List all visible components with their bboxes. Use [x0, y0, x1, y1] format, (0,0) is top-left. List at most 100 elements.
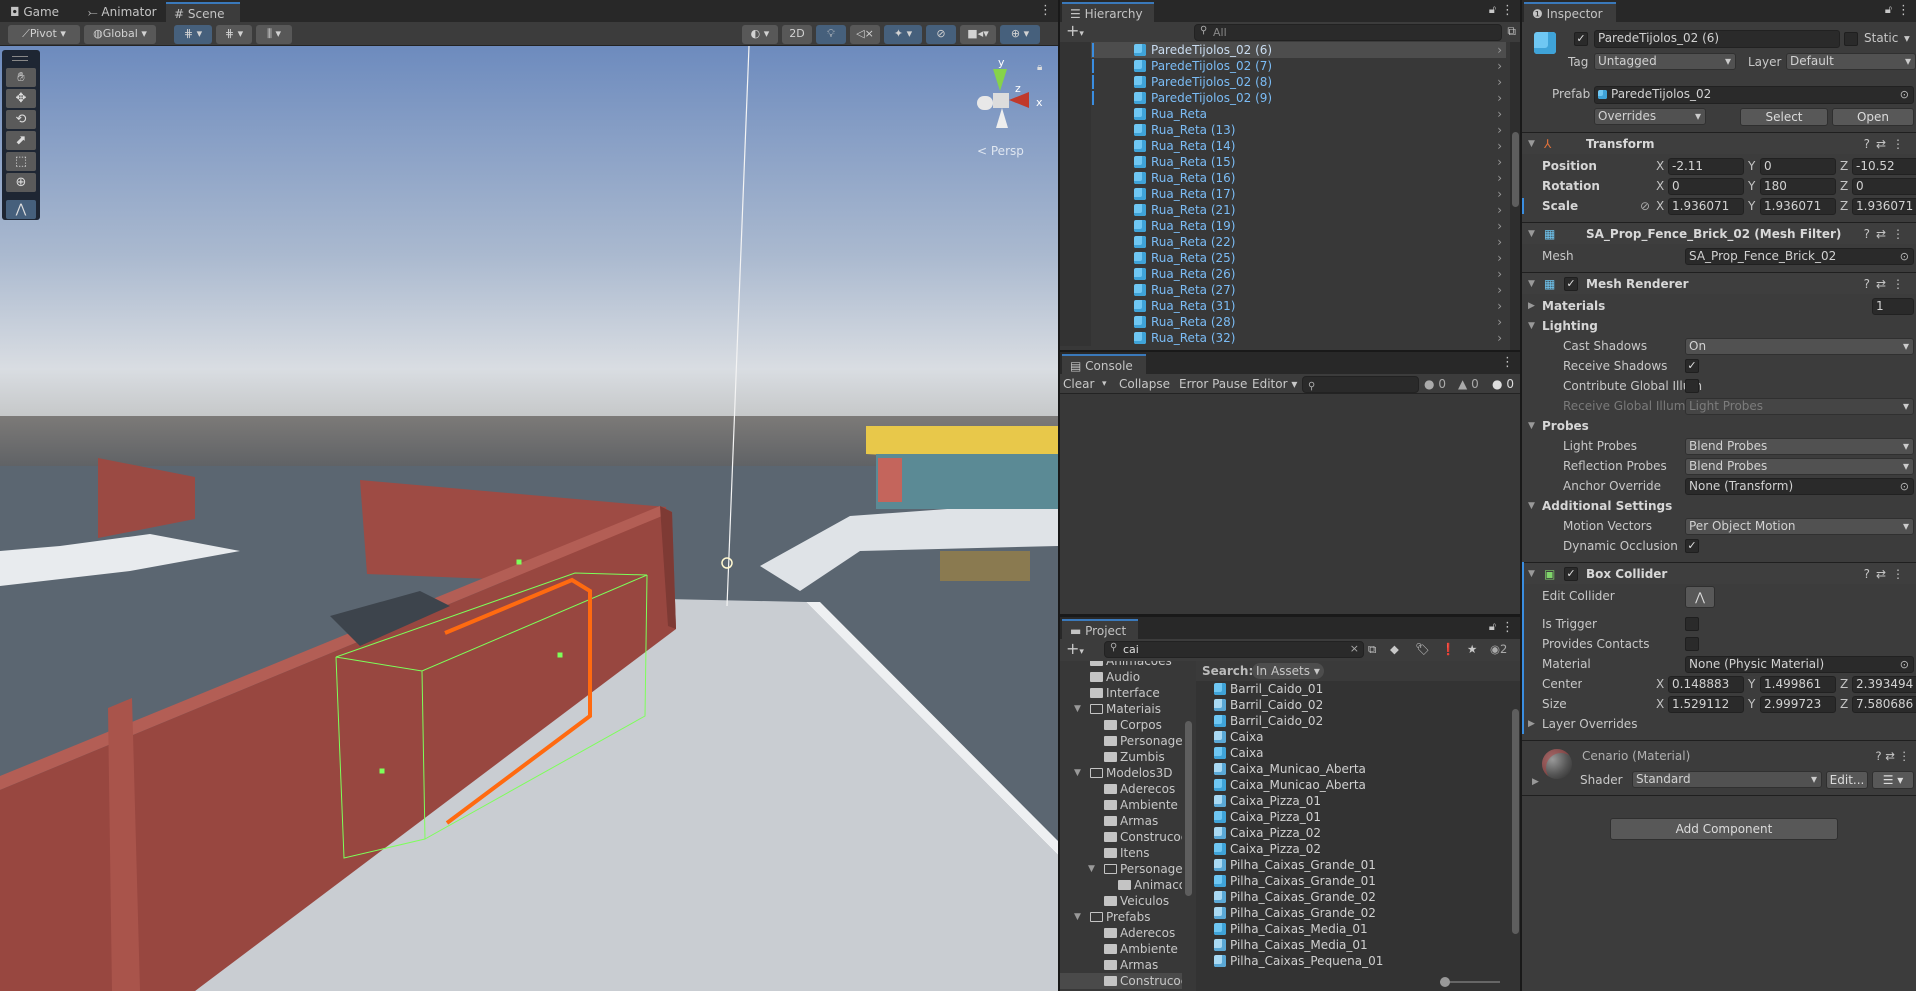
- console-search-input[interactable]: ⚲: [1302, 376, 1419, 393]
- gizmo-center-cube[interactable]: [993, 93, 1009, 108]
- component-menu-icon[interactable]: ⋮: [1899, 749, 1911, 763]
- rotate-tool-button[interactable]: ⟲: [6, 110, 36, 129]
- hierarchy-item[interactable]: ParedeTijolos_02 (6) ›: [1060, 42, 1506, 58]
- palette-drag-handle[interactable]: [12, 56, 28, 61]
- z-value-input[interactable]: 1.936071: [1852, 198, 1916, 215]
- folder-item[interactable]: Audio: [1060, 669, 1182, 685]
- open-prefab-chevron-icon[interactable]: ›: [1497, 138, 1502, 154]
- asset-item[interactable]: Barril_Caido_01: [1196, 681, 1508, 697]
- object-name-input[interactable]: ParedeTijolos_02 (6): [1594, 30, 1840, 48]
- x-value-input[interactable]: 0: [1668, 178, 1744, 195]
- open-prefab-chevron-icon[interactable]: ›: [1497, 250, 1502, 266]
- clear-search-icon[interactable]: ×: [1350, 642, 1359, 655]
- open-prefab-chevron-icon[interactable]: ›: [1497, 42, 1502, 58]
- open-prefab-chevron-icon[interactable]: ›: [1497, 314, 1502, 330]
- asset-item[interactable]: Caixa_Pizza_02: [1196, 825, 1508, 841]
- folder-item[interactable]: Aderecos: [1060, 925, 1182, 941]
- edit-collider-button[interactable]: ⋀: [1685, 586, 1715, 608]
- open-prefab-chevron-icon[interactable]: ›: [1497, 122, 1502, 138]
- y-value-input[interactable]: 1.499861: [1760, 676, 1836, 693]
- orientation-gizmo[interactable]: y x z 🔒︎ < Persp: [965, 56, 1055, 166]
- box-collider-header[interactable]: ▼ ▣ ✓ Box Collider ?⇄⋮: [1522, 562, 1916, 584]
- x-value-input[interactable]: 1.529112: [1668, 696, 1744, 713]
- open-prefab-chevron-icon[interactable]: ›: [1497, 298, 1502, 314]
- hand-tool-button[interactable]: ✋︎: [6, 68, 36, 87]
- folder-item[interactable]: Animacoes: [1060, 661, 1182, 669]
- increment-snap-toggle[interactable]: ⋕ ▾: [216, 25, 252, 44]
- asset-item[interactable]: Pilha_Caixas_Grande_02: [1196, 905, 1508, 921]
- foldout-triangle-icon[interactable]: ▼: [1528, 496, 1535, 516]
- x-value-input[interactable]: 1.936071: [1668, 198, 1744, 215]
- gizmo-neg-x-cone[interactable]: [977, 96, 993, 110]
- y-value-input[interactable]: 0: [1760, 158, 1836, 175]
- help-icon[interactable]: ?: [1864, 567, 1876, 581]
- clear-options-dropdown[interactable]: ▾: [1102, 374, 1107, 394]
- component-enabled-checkbox[interactable]: ✓: [1564, 567, 1578, 581]
- folder-item[interactable]: ▼ Prefabs: [1060, 909, 1182, 925]
- folder-item[interactable]: Itens: [1060, 845, 1182, 861]
- tab-project[interactable]: ▬ Project: [1062, 619, 1138, 639]
- open-prefab-chevron-icon[interactable]: ›: [1497, 74, 1502, 90]
- filter-by-label-icon[interactable]: 🏷︎: [1415, 642, 1430, 656]
- audio-toggle[interactable]: ◁×: [850, 25, 880, 44]
- scale-tool-button[interactable]: ⬈: [6, 131, 36, 150]
- open-prefab-chevron-icon[interactable]: ›: [1497, 282, 1502, 298]
- folder-item[interactable]: Animacoes: [1060, 877, 1182, 893]
- folder-item[interactable]: Armas: [1060, 813, 1182, 829]
- presets-icon[interactable]: ⇄: [1876, 277, 1892, 291]
- projection-toggle[interactable]: < Persp: [977, 144, 1024, 158]
- gizmos-dropdown[interactable]: ⊕ ▾: [1000, 25, 1040, 44]
- draw-mode-dropdown[interactable]: ◐ ▾: [742, 25, 778, 44]
- component-menu-icon[interactable]: ⋮: [1892, 227, 1910, 241]
- gizmo-lock-icon[interactable]: 🔒︎: [1037, 62, 1042, 73]
- reflection-probes-dropdown[interactable]: Blend Probes: [1685, 458, 1914, 475]
- open-prefab-chevron-icon[interactable]: ›: [1497, 186, 1502, 202]
- prefab-cube-icon[interactable]: [1534, 32, 1556, 54]
- active-checkbox[interactable]: ✓: [1574, 32, 1588, 46]
- tab-animator[interactable]: ⤚ Animator: [80, 2, 167, 22]
- filter-by-type-icon[interactable]: ◆: [1390, 642, 1399, 656]
- is-trigger-checkbox[interactable]: [1685, 617, 1699, 631]
- open-prefab-chevron-icon[interactable]: ›: [1497, 170, 1502, 186]
- mesh-field[interactable]: SA_Prop_Fence_Brick_02 ⊙: [1685, 248, 1914, 265]
- hierarchy-item[interactable]: Rua_Reta (28) ›: [1060, 314, 1506, 330]
- z-value-input[interactable]: 2.393494: [1852, 676, 1916, 693]
- foldout-triangle-icon[interactable]: ▼: [1528, 223, 1535, 245]
- folder-item[interactable]: Corpos: [1060, 717, 1182, 733]
- project-search-input[interactable]: ⚲ cai ×: [1104, 641, 1364, 658]
- warning-filter-toggle[interactable]: ▲ 0: [1458, 374, 1479, 394]
- help-icon[interactable]: ?: [1864, 227, 1876, 241]
- overrides-dropdown[interactable]: Overrides: [1594, 108, 1706, 125]
- asset-item[interactable]: Pilha_Caixas_Grande_01: [1196, 857, 1508, 873]
- editor-dropdown[interactable]: Editor ▾: [1252, 374, 1297, 394]
- hidden-packages-toggle[interactable]: ◉2: [1490, 642, 1507, 656]
- hierarchy-item[interactable]: Rua_Reta (14) ›: [1060, 138, 1506, 154]
- object-picker-icon[interactable]: ⊙: [1900, 657, 1909, 672]
- open-button[interactable]: Open: [1832, 108, 1914, 126]
- hierarchy-item[interactable]: Rua_Reta (17) ›: [1060, 186, 1506, 202]
- asset-item[interactable]: Barril_Caido_02: [1196, 713, 1508, 729]
- folder-item[interactable]: Ambiente: [1060, 797, 1182, 813]
- more-options-icon[interactable]: ⋮: [1897, 3, 1910, 18]
- asset-item[interactable]: Caixa_Pizza_02: [1196, 841, 1508, 857]
- edit-collider-tool-button[interactable]: ⋀: [6, 200, 36, 219]
- component-menu-icon[interactable]: ⋮: [1892, 567, 1910, 581]
- provides-contacts-checkbox[interactable]: [1685, 637, 1699, 651]
- search-scope-toggle-icon[interactable]: ⧉: [1368, 642, 1376, 657]
- create-button[interactable]: +▾: [1066, 640, 1084, 661]
- folder-item[interactable]: Construcoes: [1060, 829, 1182, 845]
- error-pause-button[interactable]: Error Pause: [1179, 374, 1247, 394]
- prefab-field[interactable]: ParedeTijolos_02 ⊙: [1594, 86, 1914, 104]
- constrain-proportions-icon[interactable]: ⊘: [1640, 196, 1650, 216]
- z-value-input[interactable]: 7.580686: [1852, 696, 1916, 713]
- component-menu-icon[interactable]: ⋮: [1892, 277, 1910, 291]
- asset-item[interactable]: Caixa_Municao_Aberta: [1196, 777, 1508, 793]
- lock-icon[interactable]: 🔓︎: [1885, 3, 1892, 17]
- gizmo-y-cone[interactable]: [993, 69, 1007, 91]
- asset-item[interactable]: Caixa_Pizza_01: [1196, 809, 1508, 825]
- folder-item[interactable]: Veiculos: [1060, 893, 1182, 909]
- foldout-triangle-icon[interactable]: ▼: [1528, 133, 1535, 155]
- hierarchy-item[interactable]: ParedeTijolos_02 (8) ›: [1060, 74, 1506, 90]
- tag-dropdown[interactable]: Untagged: [1594, 53, 1736, 70]
- mesh-renderer-header[interactable]: ▼ ▦ ✓ Mesh Renderer ?⇄⋮: [1522, 272, 1916, 294]
